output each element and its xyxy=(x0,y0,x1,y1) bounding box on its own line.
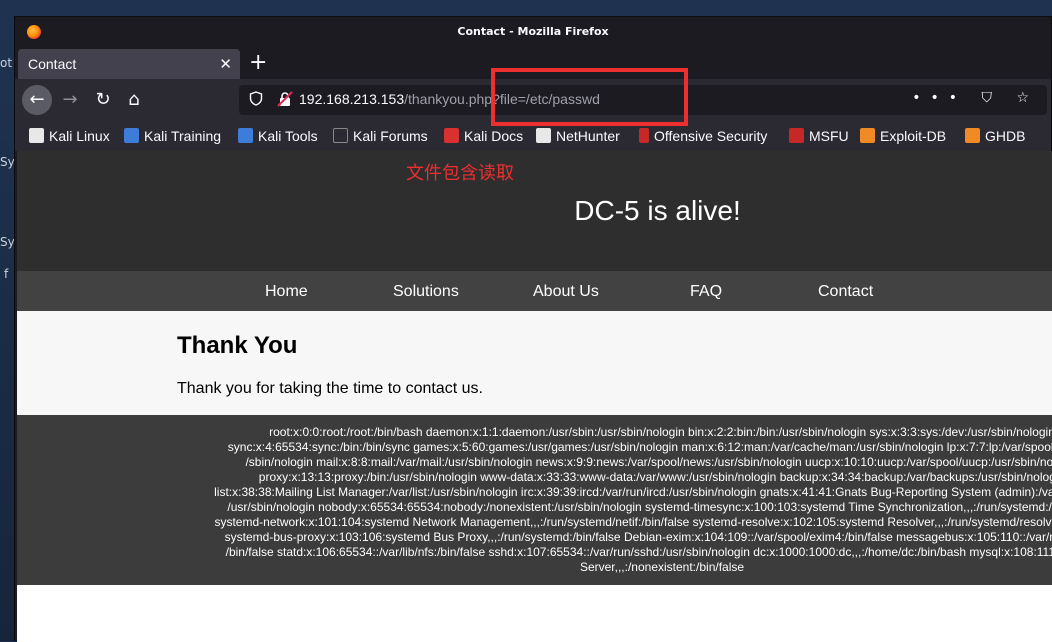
passwd-contents: root:x:0:0:root:/root:/bin/bash daemon:x… xyxy=(167,425,1052,575)
page-actions-icon[interactable]: ••• ⛉ ☆ xyxy=(912,90,1039,106)
exploit-db-icon xyxy=(860,128,875,143)
passwd-line: systemd-network:x:101:104:systemd Networ… xyxy=(214,515,1052,529)
url-host: 192.168.213.153 xyxy=(299,91,405,107)
back-button[interactable]: ← xyxy=(22,85,52,115)
tracking-shield-icon[interactable] xyxy=(249,91,263,110)
new-tab-button[interactable]: + xyxy=(249,51,267,75)
bookmark-exploit-db[interactable]: Exploit-DB xyxy=(860,128,946,144)
close-tab-icon[interactable]: ✕ xyxy=(219,54,232,74)
kali-docs-icon xyxy=(444,128,459,143)
bookmark-kali-tools[interactable]: Kali Tools xyxy=(238,128,318,144)
insecure-lock-icon[interactable] xyxy=(277,91,293,107)
page-bottom-area xyxy=(17,585,1052,642)
title-bar[interactable]: Contact - Mozilla Firefox xyxy=(15,17,1051,47)
msfu-icon xyxy=(789,128,804,143)
annotation-text: 文件包含读取 xyxy=(406,163,514,184)
bookmark-kali-linux[interactable]: Kali Linux xyxy=(29,128,110,144)
desktop-fragment: f xyxy=(4,267,9,281)
site-title: DC-5 is alive! xyxy=(574,195,741,226)
kali-training-icon xyxy=(124,128,139,143)
passwd-line: proxy:x:13:13:proxy:/bin:/usr/sbin/nolog… xyxy=(258,470,1052,484)
bookmark-kali-training[interactable]: Kali Training xyxy=(124,128,221,144)
home-button[interactable]: ⌂ xyxy=(119,85,149,115)
kali-tools-icon xyxy=(238,128,253,143)
forward-button[interactable]: → xyxy=(55,85,85,115)
nav-link-solutions[interactable]: Solutions xyxy=(393,283,459,301)
passwd-line: list:x:38:38:Mailing List Manager:/var/l… xyxy=(214,485,1052,499)
offsec-icon xyxy=(639,128,649,143)
nethunter-icon xyxy=(536,128,551,143)
annotation-highlight-box xyxy=(491,68,688,126)
passwd-line: Server,,,:/nonexistent:/bin/false xyxy=(579,560,745,574)
footer-passwd-output: root:x:0:0:root:/root:/bin/bash daemon:x… xyxy=(17,415,1052,585)
bookmark-nethunter[interactable]: NetHunter xyxy=(536,128,620,144)
bookmark-offensive-security[interactable]: Offensive Security xyxy=(639,128,767,144)
kali-forums-icon xyxy=(333,128,348,143)
site-header: 文件包含读取 DC-5 is alive! xyxy=(17,151,1052,271)
nav-link-about-us[interactable]: About Us xyxy=(533,283,599,301)
ghdb-icon xyxy=(965,128,980,143)
desktop-fragment: Sy xyxy=(0,235,15,249)
site-nav: Home Solutions About Us FAQ Contact xyxy=(17,271,1052,311)
desktop-fragment: Sy xyxy=(0,155,15,169)
passwd-line: /bin/false statd:x:106:65534::/var/lib/n… xyxy=(225,545,1052,559)
nav-link-faq[interactable]: FAQ xyxy=(690,283,722,301)
passwd-line: sync:x:4:65534:sync:/bin:/bin/sync games… xyxy=(227,440,1052,454)
bookmark-kali-forums[interactable]: Kali Forums xyxy=(333,128,428,144)
firefox-window: Contact - Mozilla Firefox Contact ✕ + ← … xyxy=(14,16,1052,642)
passwd-line: systemd-bus-proxy:x:103:106:systemd Bus … xyxy=(224,530,1052,544)
passwd-line: /usr/sbin/nologin nobody:x:65534:65534:n… xyxy=(227,500,1052,514)
tab-contact[interactable]: Contact ✕ xyxy=(18,49,240,79)
window-title: Contact - Mozilla Firefox xyxy=(457,25,609,38)
reload-button[interactable]: ↻ xyxy=(88,85,118,115)
kali-dragon-icon xyxy=(29,128,44,143)
bookmark-msfu[interactable]: MSFU xyxy=(789,128,849,144)
desktop-fragment: ot xyxy=(0,56,13,70)
main-section: Thank You Thank you for taking the time … xyxy=(17,311,1052,415)
page-heading: Thank You xyxy=(177,332,298,359)
bookmark-kali-docs[interactable]: Kali Docs xyxy=(444,128,523,144)
page-content: 文件包含读取 DC-5 is alive! Home Solutions Abo… xyxy=(17,151,1052,642)
bookmark-ghdb[interactable]: GHDB xyxy=(965,128,1025,144)
passwd-line: root:x:0:0:root:/root:/bin/bash daemon:x… xyxy=(269,425,1052,439)
nav-link-home[interactable]: Home xyxy=(265,283,308,301)
nav-link-contact[interactable]: Contact xyxy=(818,283,873,301)
tab-label: Contact xyxy=(28,56,77,72)
thank-you-message: Thank you for taking the time to contact… xyxy=(177,380,483,397)
passwd-line: /sbin/nologin mail:x:8:8:mail:/var/mail:… xyxy=(245,455,1052,469)
